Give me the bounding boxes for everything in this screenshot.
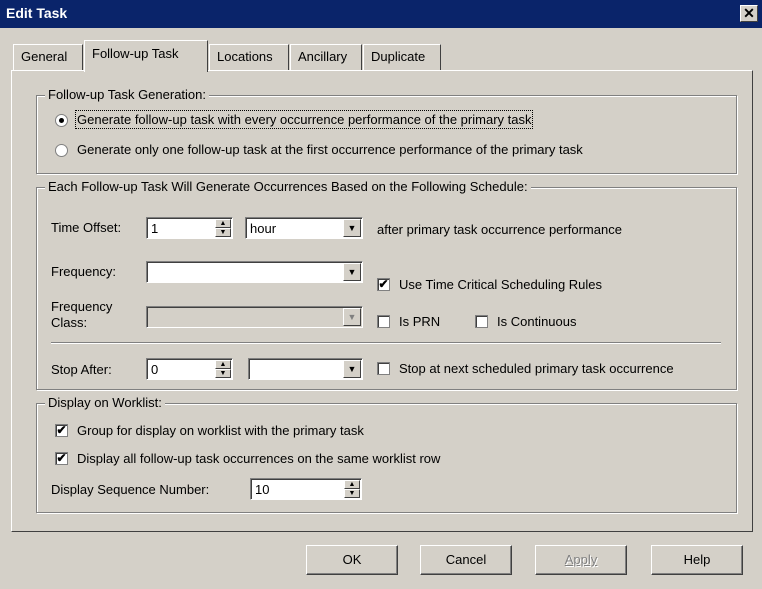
display-all-label[interactable]: Display all follow-up task occurrences o… [77, 451, 440, 466]
group-for-display-label[interactable]: Group for display on worklist with the p… [77, 423, 364, 438]
apply-button[interactable]: Apply [535, 545, 627, 575]
cancel-button[interactable]: Cancel [420, 545, 512, 575]
stop-after-stepper[interactable]: 0 ▲ ▼ [146, 358, 233, 380]
display-sequence-value: 10 [255, 482, 270, 497]
tab-duplicate[interactable]: Duplicate [363, 44, 441, 70]
is-continuous-checkbox[interactable] [475, 315, 488, 328]
stop-after-unit-select[interactable]: ▼ [248, 358, 363, 380]
tab-general[interactable]: General [13, 44, 83, 70]
spin-up-icon[interactable]: ▲ [344, 480, 360, 489]
frequency-select[interactable]: ▼ [146, 261, 363, 283]
spin-down-icon[interactable]: ▼ [344, 489, 360, 498]
display-sequence-label: Display Sequence Number: [51, 482, 210, 497]
spin-down-icon[interactable]: ▼ [215, 228, 231, 237]
group-for-display-checkbox[interactable]: ✔ [55, 424, 68, 437]
is-prn-checkbox[interactable] [377, 315, 390, 328]
radio-selected-dot [59, 118, 64, 123]
help-button[interactable]: Help [651, 545, 743, 575]
is-continuous-label[interactable]: Is Continuous [497, 314, 577, 329]
display-sequence-stepper[interactable]: 10 ▲ ▼ [250, 478, 362, 500]
use-time-critical-label[interactable]: Use Time Critical Scheduling Rules [399, 277, 602, 292]
stop-after-label: Stop After: [51, 362, 112, 377]
schedule-legend: Each Follow-up Task Will Generate Occurr… [45, 179, 531, 194]
stop-after-value: 0 [151, 362, 159, 377]
generate-every-radio[interactable] [55, 114, 68, 127]
time-offset-label: Time Offset: [51, 220, 122, 235]
apply-button-label: Apply [564, 552, 598, 567]
chevron-down-icon[interactable]: ▼ [343, 219, 361, 237]
tab-follow-up-task[interactable]: Follow-up Task [84, 40, 208, 72]
generate-every-label[interactable]: Generate follow-up task with every occur… [74, 110, 534, 129]
frequency-class-select[interactable]: ▼ [146, 306, 363, 328]
stop-at-next-label[interactable]: Stop at next scheduled primary task occu… [399, 361, 674, 376]
display-sequence-spin[interactable]: ▲ ▼ [344, 480, 360, 498]
worklist-legend: Display on Worklist: [45, 395, 165, 410]
close-button[interactable]: ✕ [740, 5, 758, 22]
stop-after-spin[interactable]: ▲ ▼ [215, 360, 231, 378]
generation-group: Follow-up Task Generation: [36, 87, 737, 174]
spin-up-icon[interactable]: ▲ [215, 360, 231, 369]
time-offset-value: 1 [151, 221, 159, 236]
edit-task-dialog: Edit Task ✕ General Follow-up Task Locat… [0, 0, 762, 589]
time-offset-unit-value: hour [250, 221, 277, 236]
generate-once-radio[interactable] [55, 144, 68, 157]
time-offset-unit-select[interactable]: hour ▼ [245, 217, 363, 239]
frequency-class-label-line2: Class: [51, 315, 88, 330]
time-offset-stepper[interactable]: 1 ▲ ▼ [146, 217, 233, 239]
use-time-critical-checkbox[interactable]: ✔ [377, 278, 390, 291]
window-title: Edit Task [6, 5, 68, 21]
stop-at-next-checkbox[interactable] [377, 362, 390, 375]
ok-button[interactable]: OK [306, 545, 398, 575]
chevron-down-icon[interactable]: ▼ [343, 308, 361, 326]
spin-up-icon[interactable]: ▲ [215, 219, 231, 228]
frequency-label: Frequency: [51, 264, 117, 279]
time-offset-spin[interactable]: ▲ ▼ [215, 219, 231, 237]
generation-legend: Follow-up Task Generation: [45, 87, 210, 102]
spin-down-icon[interactable]: ▼ [215, 369, 231, 378]
frequency-class-label-line1: Frequency [51, 299, 113, 314]
schedule-divider [51, 342, 721, 344]
tab-ancillary[interactable]: Ancillary [290, 44, 362, 70]
generate-once-label[interactable]: Generate only one follow-up task at the … [77, 142, 583, 157]
time-offset-suffix: after primary task occurrence performanc… [377, 222, 622, 237]
title-bar: Edit Task ✕ [0, 0, 762, 28]
chevron-down-icon[interactable]: ▼ [343, 360, 361, 378]
is-prn-label[interactable]: Is PRN [399, 314, 440, 329]
display-all-checkbox[interactable]: ✔ [55, 452, 68, 465]
chevron-down-icon[interactable]: ▼ [343, 263, 361, 281]
tab-locations[interactable]: Locations [209, 44, 289, 70]
